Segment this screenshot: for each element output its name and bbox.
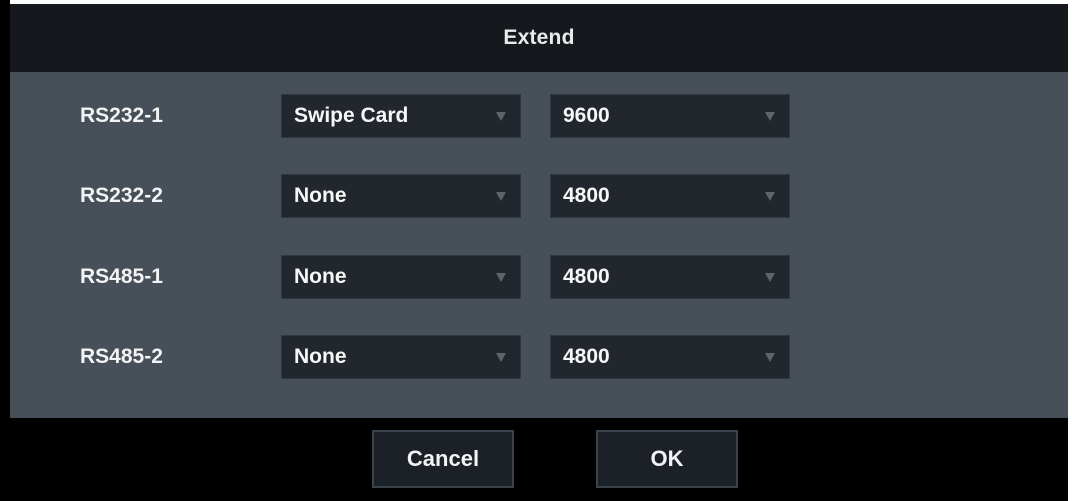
port-row-rs485-1: RS485-1 None 4800 [10, 255, 1068, 299]
baud-rate-select[interactable]: 4800 [550, 174, 790, 218]
caret-down-icon [765, 192, 775, 201]
mode-select[interactable]: None [281, 174, 521, 218]
caret-down-icon [496, 192, 506, 201]
port-row-rs232-1: RS232-1 Swipe Card 9600 [10, 94, 1068, 138]
port-row-rs232-2: RS232-2 None 4800 [10, 174, 1068, 218]
caret-down-icon [765, 112, 775, 121]
mode-select-value: None [294, 345, 347, 368]
cancel-button[interactable]: Cancel [372, 430, 514, 488]
baud-rate-select[interactable]: 4800 [550, 255, 790, 299]
caret-down-icon [765, 273, 775, 282]
port-label: RS232-2 [80, 184, 163, 207]
port-label: RS485-2 [80, 345, 163, 368]
ok-button[interactable]: OK [596, 430, 738, 488]
mode-select[interactable]: Swipe Card [281, 94, 521, 138]
baud-rate-value: 9600 [563, 104, 610, 127]
baud-rate-select[interactable]: 9600 [550, 94, 790, 138]
port-label: RS232-1 [80, 104, 163, 127]
caret-down-icon [765, 353, 775, 362]
mode-select[interactable]: None [281, 335, 521, 379]
baud-rate-value: 4800 [563, 265, 610, 288]
mode-select-value: None [294, 265, 347, 288]
mode-select-value: None [294, 184, 347, 207]
baud-rate-value: 4800 [563, 345, 610, 368]
port-label: RS485-1 [80, 265, 163, 288]
port-row-rs485-2: RS485-2 None 4800 [10, 335, 1068, 379]
caret-down-icon [496, 353, 506, 362]
caret-down-icon [496, 112, 506, 121]
baud-rate-value: 4800 [563, 184, 610, 207]
dialog-title: Extend [503, 26, 575, 49]
baud-rate-select[interactable]: 4800 [550, 335, 790, 379]
extend-dialog: Extend RS232-1 Swipe Card 9600 RS232-2 N… [0, 0, 1072, 501]
dialog-titlebar: Extend [10, 0, 1068, 72]
caret-down-icon [496, 273, 506, 282]
mode-select-value: Swipe Card [294, 104, 409, 127]
mode-select[interactable]: None [281, 255, 521, 299]
dialog-footer: Cancel OK [10, 418, 1068, 501]
port-settings-panel: RS232-1 Swipe Card 9600 RS232-2 None 480… [10, 72, 1068, 418]
